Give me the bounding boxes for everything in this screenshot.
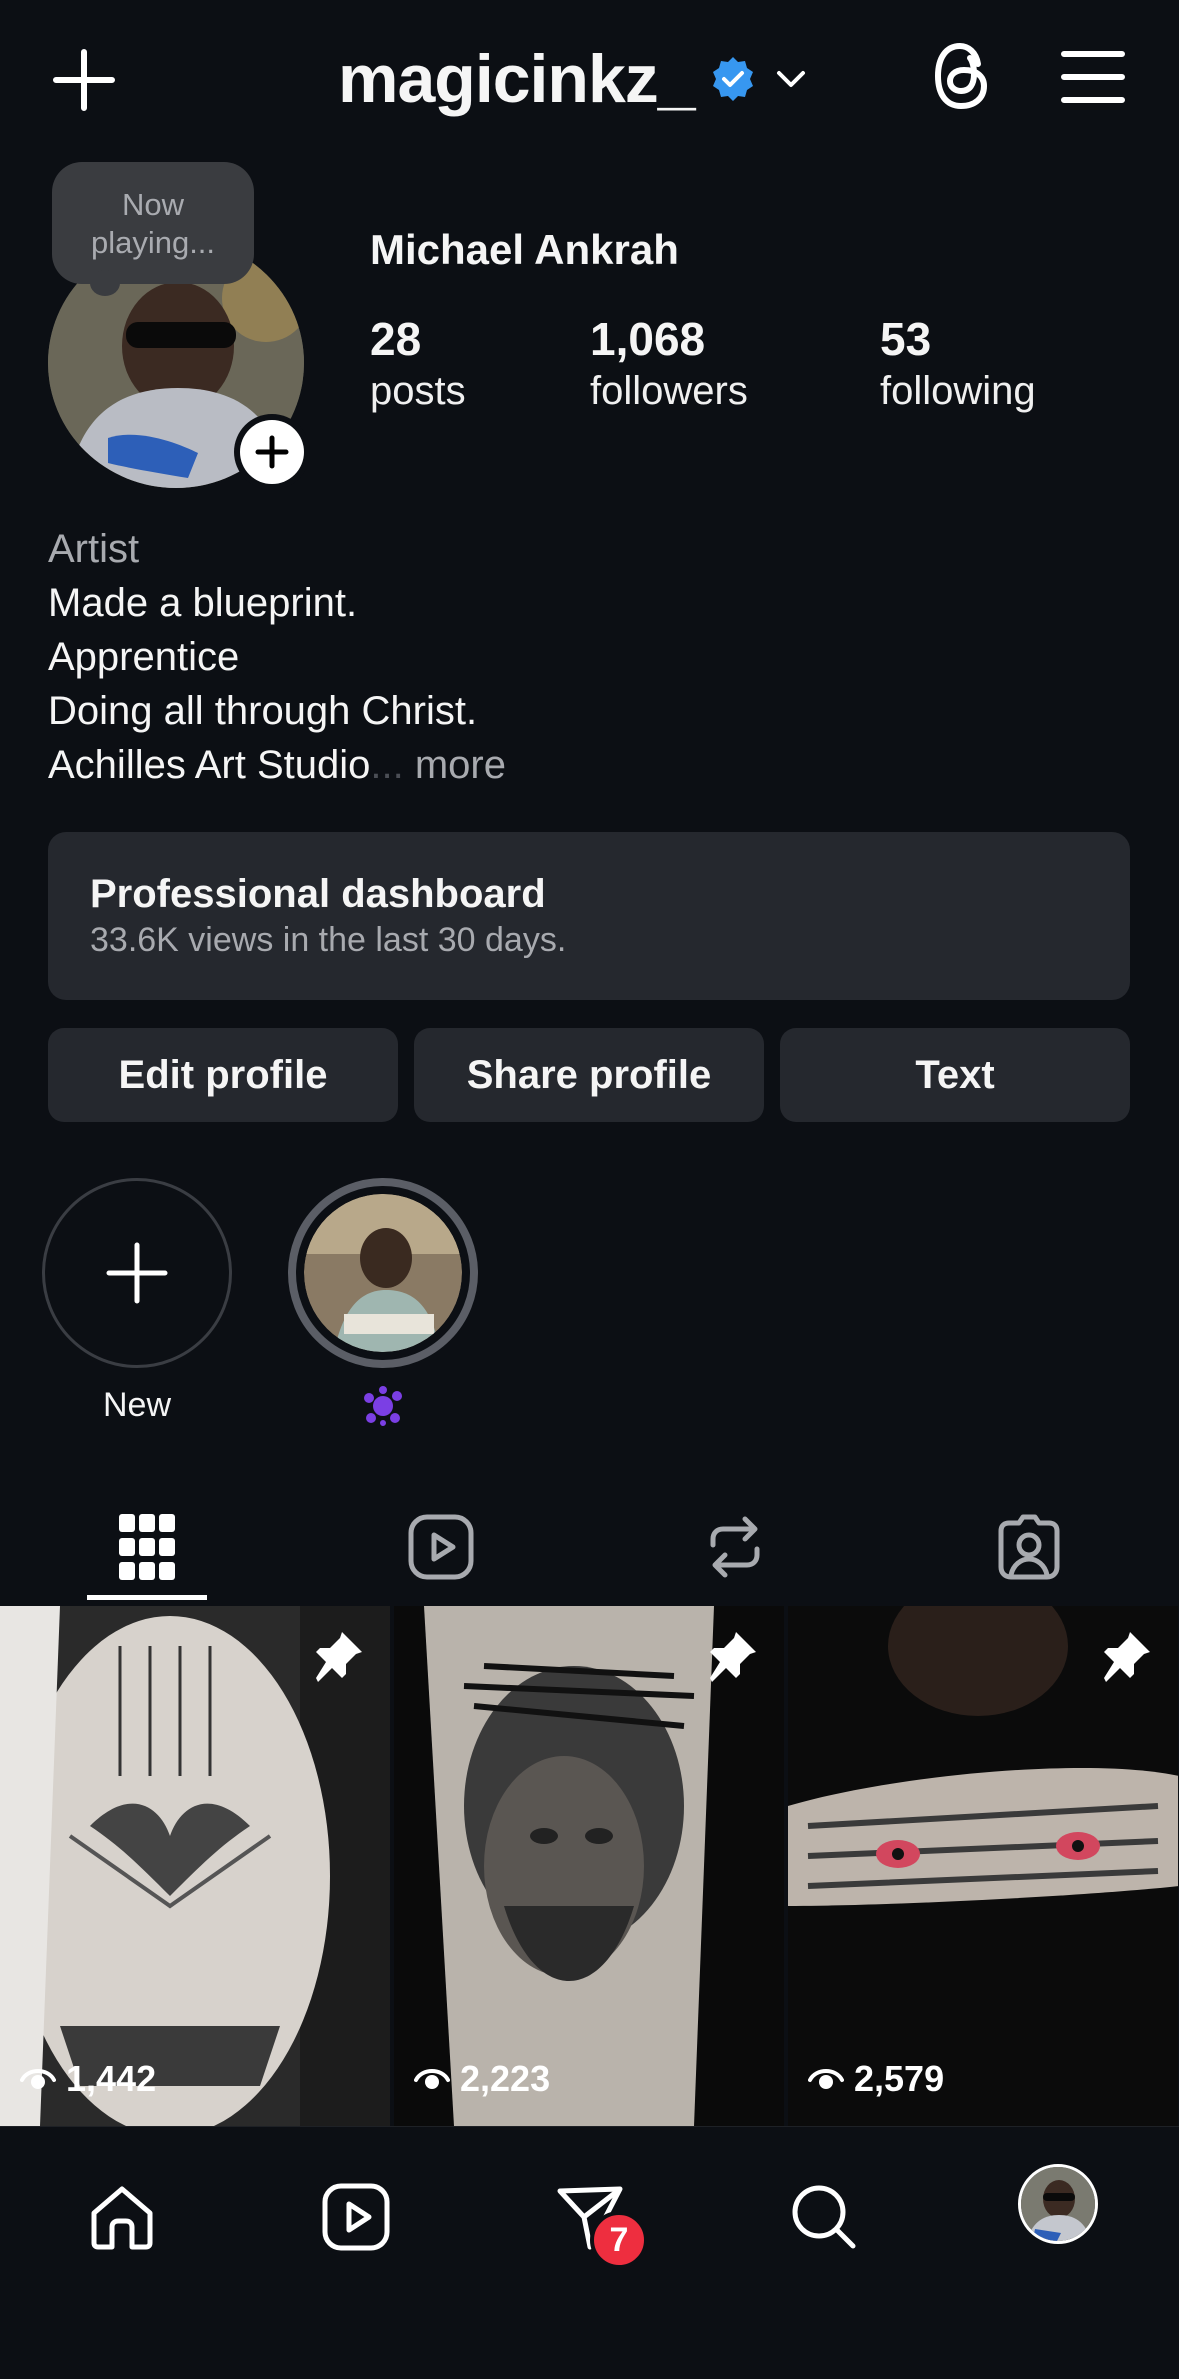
highlight-story-circle [288, 1178, 478, 1368]
verified-badge-icon [709, 55, 757, 103]
note-tail [90, 270, 120, 296]
views-eye-icon [808, 2069, 844, 2089]
bio-line-last: Achilles Art Studio... more [48, 738, 506, 792]
profile-nav-avatar[interactable] [1018, 2164, 1098, 2244]
share-profile-button[interactable]: Share profile [414, 1028, 764, 1122]
post-views-text: 2,579 [854, 2058, 945, 2099]
create-plus-icon[interactable] [48, 44, 120, 116]
text-button[interactable]: Text [780, 1028, 1130, 1122]
bio-line: Apprentice [48, 635, 240, 679]
chevron-down-icon[interactable] [771, 59, 811, 99]
note-bubble[interactable]: Now playing... [52, 162, 254, 296]
reels-icon[interactable] [306, 2167, 406, 2267]
bio-category: Artist [48, 527, 140, 571]
tab-reels[interactable] [294, 1488, 588, 1606]
threads-icon[interactable] [928, 38, 996, 114]
profile-username: magicinkz_ [338, 41, 696, 117]
stat-following[interactable]: 53 following [880, 312, 1036, 416]
tab-tagged[interactable] [882, 1488, 1176, 1606]
stat-followers[interactable]: 1,068 followers [590, 312, 748, 416]
pin-icon [312, 1628, 366, 1682]
note-text: Now playing... [90, 187, 216, 260]
home-icon[interactable] [72, 2167, 172, 2267]
posts-grid: 1,442 2,223 2,579 [0, 1606, 1179, 2126]
edit-profile-button[interactable]: Edit profile [48, 1028, 398, 1122]
bio-ellipsis: ... [370, 743, 404, 787]
post-view-count: 1,442 [20, 2058, 156, 2100]
search-icon[interactable] [774, 2167, 874, 2267]
dashboard-subtitle: 33.6K views in the last 30 days. [90, 921, 567, 959]
stat-followers-label: followers [590, 369, 748, 413]
profile-bio: Artist Made a blueprint. Apprentice Doin… [48, 522, 506, 792]
top-bar: magicinkz_ [0, 0, 1179, 150]
bio-more-link[interactable]: more [415, 743, 506, 787]
bio-line: Made a blueprint. [48, 581, 358, 625]
stat-posts-label: posts [370, 369, 466, 413]
purple-splat-icon [288, 1386, 478, 1435]
highlight-story[interactable] [288, 1178, 478, 1435]
hamburger-menu-icon[interactable] [1060, 44, 1126, 110]
bio-last-line: Achilles Art Studio [48, 743, 371, 787]
stat-following-value: 53 [880, 313, 932, 365]
activity-badge: 7 [590, 2211, 648, 2269]
account-switcher[interactable]: magicinkz_ [338, 34, 811, 124]
pin-icon [1100, 1628, 1154, 1682]
post-view-count: 2,579 [808, 2058, 944, 2100]
grid-icon [119, 1514, 175, 1580]
bio-line: Doing all through Christ. [48, 689, 478, 733]
post-views-text: 2,223 [460, 2058, 551, 2099]
stat-following-label: following [880, 369, 1036, 413]
post-thumbnail[interactable]: 2,223 [394, 1606, 784, 2126]
views-eye-icon [414, 2069, 450, 2089]
tab-posts-grid[interactable] [0, 1488, 294, 1606]
views-eye-icon [20, 2069, 56, 2089]
repost-icon [710, 1516, 760, 1578]
profile-full-name: Michael Ankrah [370, 226, 679, 273]
post-thumbnail[interactable]: 2,579 [788, 1606, 1178, 2126]
post-view-count: 2,223 [414, 2058, 550, 2100]
stat-followers-value: 1,068 [590, 313, 706, 365]
highlight-new-label: New [102, 1386, 172, 1424]
pin-icon [706, 1628, 760, 1682]
plus-icon [106, 1242, 168, 1304]
profile-tabs [0, 1488, 1179, 1606]
bottom-navigation: 7 [0, 2126, 1179, 2379]
stat-posts-value: 28 [370, 313, 422, 365]
reels-icon [408, 1514, 474, 1580]
add-story-button[interactable] [234, 414, 310, 490]
tagged-icon [998, 1514, 1060, 1580]
post-views-text: 1,442 [66, 2058, 157, 2099]
post-thumbnail[interactable]: 1,442 [0, 1606, 390, 2126]
highlight-new[interactable]: New [42, 1178, 232, 1425]
stat-posts[interactable]: 28 posts [370, 312, 466, 416]
tab-reposts[interactable] [588, 1488, 882, 1606]
professional-dashboard[interactable]: Professional dashboard 33.6K views in th… [48, 832, 1130, 1000]
dashboard-title: Professional dashboard [90, 872, 546, 916]
highlight-new-circle [42, 1178, 232, 1368]
